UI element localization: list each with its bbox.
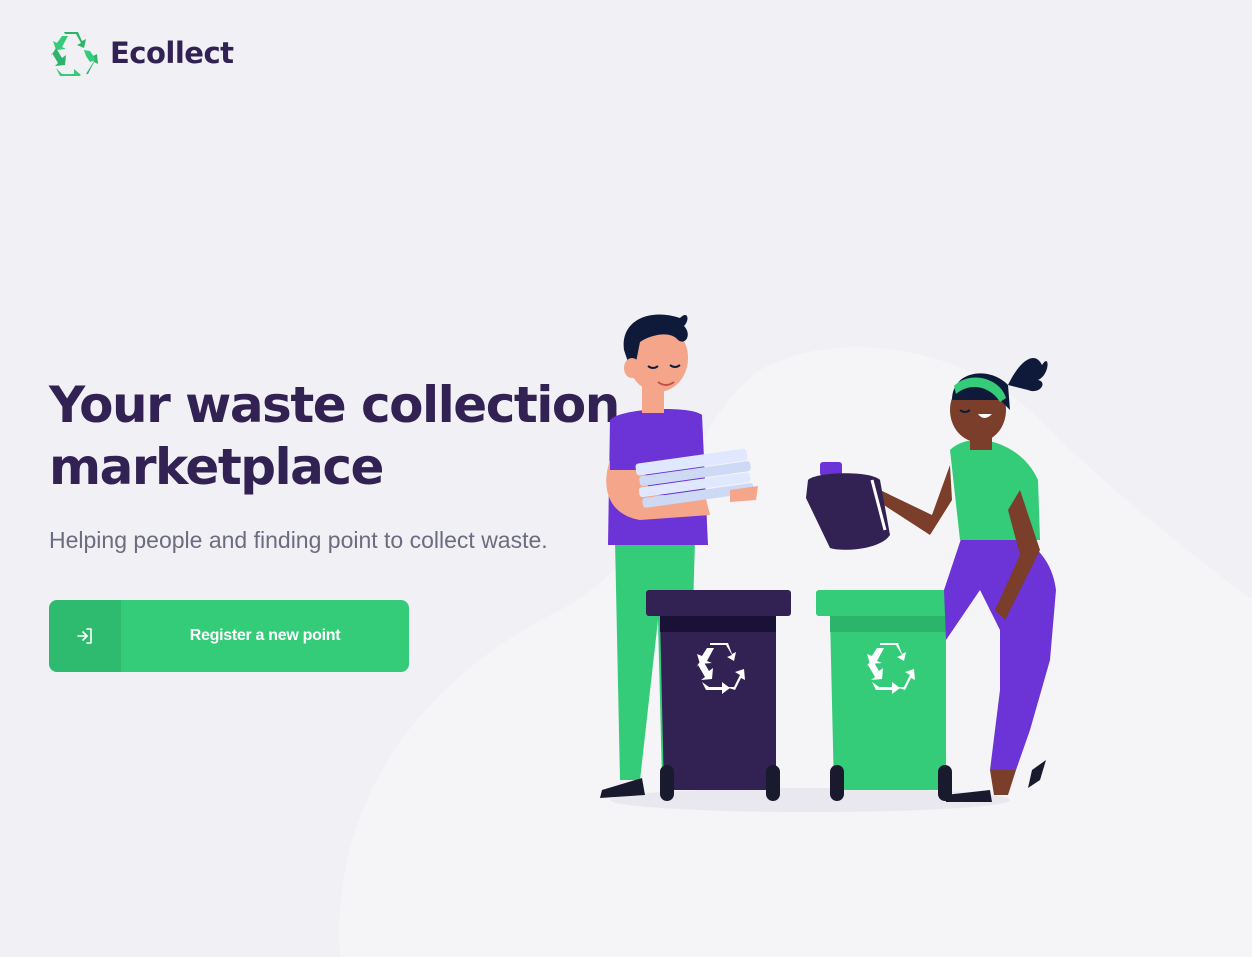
hero-title: Your waste collection marketplace xyxy=(49,376,620,496)
recycle-icon xyxy=(48,30,98,76)
sign-in-icon xyxy=(49,600,121,672)
recycling-people-illustration xyxy=(600,314,1056,812)
hero-subtitle: Helping people and finding point to coll… xyxy=(49,527,548,553)
logo-text: Ecollect xyxy=(110,36,234,70)
register-point-label: Register a new point xyxy=(189,627,341,644)
header: Ecollect xyxy=(48,30,234,76)
register-point-button[interactable]: Register a new point xyxy=(49,600,409,672)
